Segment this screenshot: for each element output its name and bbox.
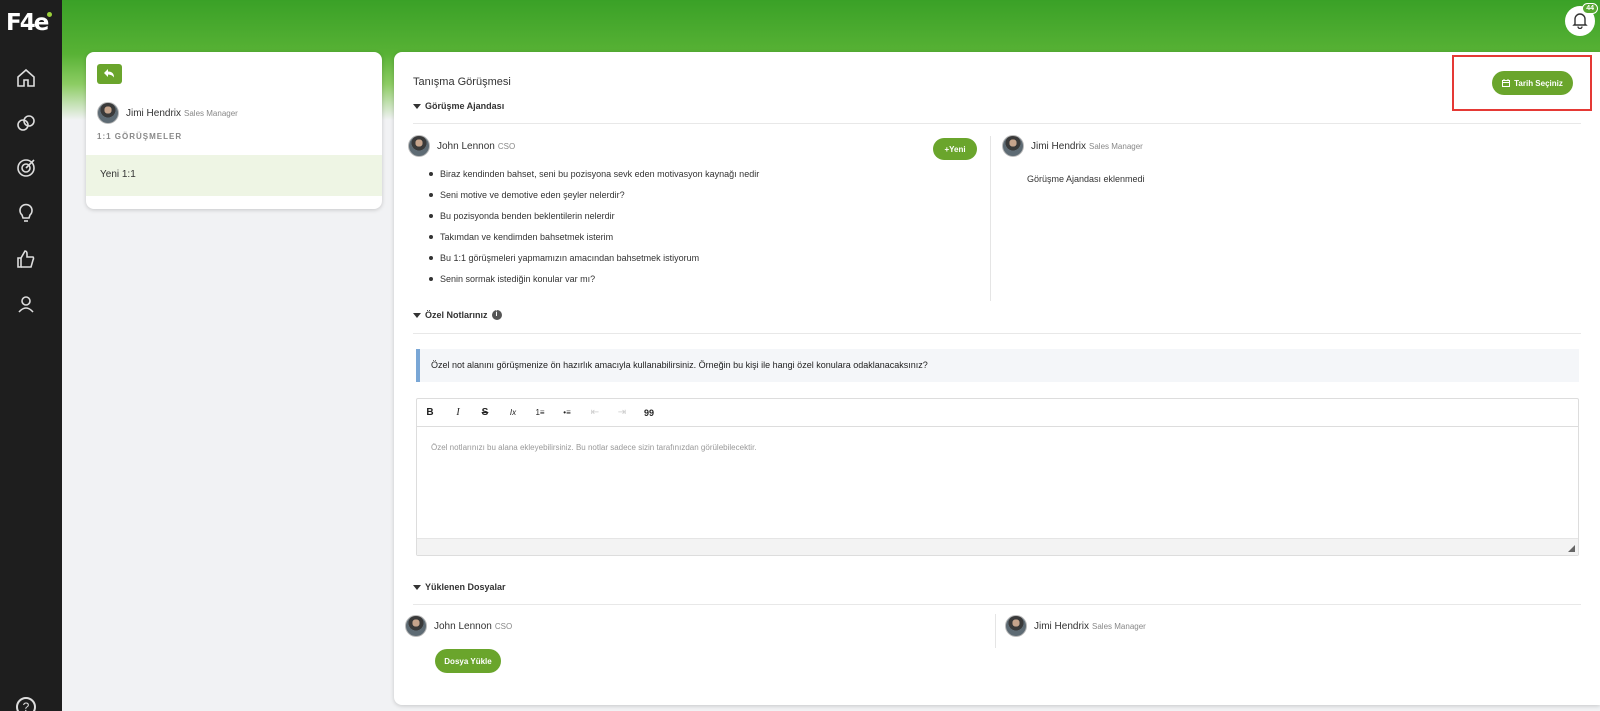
indent-icon[interactable]: ⇥ bbox=[615, 407, 629, 419]
user-name: Jimi Hendrix bbox=[1031, 140, 1087, 152]
agenda-item: Senin sormak istediğin konular var mı? bbox=[429, 274, 759, 295]
avatar bbox=[405, 615, 427, 637]
target-icon[interactable] bbox=[14, 156, 38, 180]
notification-badge: 44 bbox=[1582, 3, 1598, 14]
reply-icon bbox=[104, 69, 114, 78]
logo-dot bbox=[47, 12, 52, 17]
user-info: Jimi Hendrix Sales Manager bbox=[97, 102, 238, 124]
agenda-item: Bu 1:1 görüşmeleri yapmamızın amacından … bbox=[429, 253, 759, 274]
back-button[interactable] bbox=[97, 64, 122, 84]
blockquote-icon[interactable]: 99 bbox=[642, 407, 656, 419]
user-name: John Lennon bbox=[434, 620, 492, 632]
editor-statusbar bbox=[417, 538, 1578, 555]
caret-down-icon bbox=[413, 103, 421, 109]
bulleted-list-icon[interactable]: •≡ bbox=[560, 407, 574, 419]
caret-down-icon bbox=[413, 312, 421, 318]
user-name: John Lennon bbox=[437, 140, 495, 152]
add-agenda-button[interactable]: +Yeni bbox=[933, 138, 977, 160]
divider bbox=[413, 333, 1581, 334]
help-icon[interactable]: ? bbox=[16, 697, 36, 711]
avatar bbox=[408, 135, 430, 157]
meeting-item[interactable]: Yeni 1:1 bbox=[86, 155, 382, 196]
avatar bbox=[1005, 615, 1027, 637]
files-left-user: John Lennon CSO bbox=[405, 615, 512, 637]
agenda-toggle[interactable]: Görüşme Ajandası bbox=[413, 101, 504, 111]
info-icon[interactable]: i bbox=[491, 310, 502, 320]
section-label: 1:1 GÖRÜŞMELER bbox=[97, 132, 183, 141]
italic-icon[interactable]: I bbox=[451, 407, 465, 419]
agenda-item: Biraz kendinden bahset, seni bu pozisyon… bbox=[429, 169, 759, 190]
meeting-detail: Tanışma Görüşmesi Tarih Seçiniz Görüşme … bbox=[394, 52, 1600, 705]
meeting-item-label: Yeni 1:1 bbox=[100, 169, 136, 180]
agenda-left-user: John Lennon CSO bbox=[408, 135, 515, 157]
remove-format-icon[interactable]: Ix bbox=[506, 407, 520, 419]
resize-handle-icon[interactable] bbox=[1568, 545, 1575, 552]
files-right-user: Jimi Hendrix Sales Manager bbox=[1005, 615, 1146, 637]
thumbs-up-icon[interactable] bbox=[14, 247, 38, 271]
home-icon[interactable] bbox=[14, 66, 38, 90]
logo-text: F4e bbox=[6, 10, 49, 36]
notes-toggle[interactable]: Özel Notlarınız i bbox=[413, 310, 502, 320]
user-name: Jimi Hendrix bbox=[126, 107, 182, 119]
files-toggle[interactable]: Yüklenen Dosyalar bbox=[413, 582, 506, 592]
user-role: Sales Manager bbox=[184, 108, 238, 118]
notes-input[interactable]: Özel notlarınızı bu alana ekleyebilirsin… bbox=[431, 443, 757, 452]
divider bbox=[413, 604, 1581, 605]
user-name: Jimi Hendrix bbox=[1034, 620, 1090, 632]
outdent-icon[interactable]: ⇤ bbox=[588, 407, 602, 419]
notes-title: Özel Notlarınız bbox=[425, 310, 488, 320]
user-role: Sales Manager bbox=[1092, 621, 1146, 631]
caret-down-icon bbox=[413, 584, 421, 590]
user-role: Sales Manager bbox=[1089, 141, 1143, 151]
numbered-list-icon[interactable]: 1≡ bbox=[533, 407, 547, 419]
sidebar: F4e ? bbox=[0, 0, 62, 711]
people-icon[interactable] bbox=[14, 292, 38, 316]
notifications-button[interactable]: 44 bbox=[1565, 3, 1598, 36]
agenda-item: Seni motive ve demotive eden şeyler nele… bbox=[429, 190, 759, 211]
agenda-item: Bu pozisyonda benden beklentilerin neler… bbox=[429, 211, 759, 232]
links-icon[interactable] bbox=[14, 111, 38, 135]
notes-hint: Özel not alanını görüşmenize ön hazırlık… bbox=[416, 349, 1579, 382]
notes-editor: B I S Ix 1≡ •≡ ⇤ ⇥ 99 Özel notlarınızı b… bbox=[416, 398, 1579, 556]
avatar bbox=[1002, 135, 1024, 157]
upload-file-button[interactable]: Dosya Yükle bbox=[435, 649, 501, 673]
notes-hint-text: Özel not alanını görüşmenize ön hazırlık… bbox=[431, 360, 928, 370]
agenda-list: Biraz kendinden bahset, seni bu pozisyon… bbox=[429, 169, 759, 295]
editor-toolbar: B I S Ix 1≡ •≡ ⇤ ⇥ 99 bbox=[417, 399, 1578, 427]
logo[interactable]: F4e bbox=[6, 10, 54, 40]
empty-agenda-text: Görüşme Ajandası eklenmedi bbox=[1027, 174, 1145, 184]
agenda-item: Takımdan ve kendimden bahsetmek isterim bbox=[429, 232, 759, 253]
bell-icon bbox=[1572, 13, 1588, 29]
highlight-box bbox=[1452, 55, 1592, 111]
bold-icon[interactable]: B bbox=[423, 407, 437, 419]
agenda-right-user: Jimi Hendrix Sales Manager bbox=[1002, 135, 1143, 157]
files-title: Yüklenen Dosyalar bbox=[425, 582, 506, 592]
agenda-title: Görüşme Ajandası bbox=[425, 101, 505, 111]
divider bbox=[413, 123, 1581, 124]
user-role: CSO bbox=[497, 141, 516, 151]
lightbulb-icon[interactable] bbox=[14, 201, 38, 225]
user-role: CSO bbox=[494, 621, 513, 631]
strikethrough-icon[interactable]: S bbox=[478, 407, 492, 419]
avatar bbox=[97, 102, 119, 124]
column-divider bbox=[995, 614, 996, 648]
column-divider bbox=[990, 136, 991, 301]
page-title: Tanışma Görüşmesi bbox=[413, 76, 511, 88]
meetings-panel: Jimi Hendrix Sales Manager 1:1 GÖRÜŞMELE… bbox=[86, 52, 382, 209]
